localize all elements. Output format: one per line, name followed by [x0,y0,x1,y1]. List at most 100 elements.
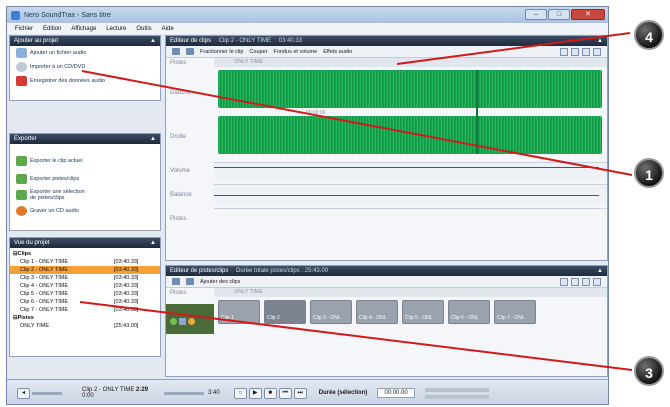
transport-bar: ◂ Clip 2 - ONLY TIME 2:29 0:00 3:40 ○ ▶ … [7,379,608,404]
waveform-right[interactable] [218,116,602,154]
tree-group-clips[interactable]: ⊟ Clips [10,250,160,258]
tree-row[interactable]: Clip 5 - ONLY TIME [03:40.33] [10,290,160,298]
import-cd-item[interactable]: Importer à un CD/DVD [10,60,160,74]
collapse-icon[interactable]: ▲ [150,36,156,46]
tree-row[interactable]: Clip 3 - ONLY TIME [03:40.33] [10,274,160,282]
menu-tools[interactable]: Outils [136,26,151,32]
clip-ruler: ONLY TIME [214,58,607,67]
close-button[interactable]: ✕ [571,9,605,20]
tree-row[interactable]: Clip 7 - ONLY TIME [03:40.33] [10,306,160,314]
clip-editor-subtitle: Clip 2 - ONLY TIME [218,38,272,44]
minimize-button[interactable]: – [525,9,547,20]
clip-name: Clip 4 - ONLY TIME [20,283,68,289]
tree-row[interactable]: Clip 4 - ONLY TIME [03:40.33] [10,282,160,290]
menu-file[interactable]: Fichier [15,26,33,32]
add-audio-file-item[interactable]: Ajouter un fichier audio [10,46,160,60]
export-icon [16,156,27,166]
tree-group-tracks[interactable]: ⊟ Pistes [10,314,160,322]
export-selection-item[interactable]: Exporter une sélection de pistes/clips [10,186,160,204]
waveform-left[interactable] [218,70,602,108]
track-clip-label: Clip 1 [221,315,234,321]
disc-icon [16,62,27,72]
clip-duration: [03:40.33] [114,299,139,305]
track-editor-subtitle: Durée totale pistes/clips : 25:43.00 [236,268,329,274]
track-header[interactable] [166,304,214,334]
export-tracks-item[interactable]: Exporter pistes/clips [10,172,160,186]
balance-lane[interactable] [214,184,607,204]
collapse-icon[interactable]: ▲ [597,36,603,46]
clip-editor: Editeur de clips Clip 2 - ONLY TIME 03:4… [165,35,608,261]
tracks-lane-label: Pistes [170,216,187,222]
solo-icon[interactable] [188,318,195,325]
transport-position: 0:00 [82,393,94,399]
tree-row[interactable]: Clip 1 - ONLY TIME [03:40.33] [10,258,160,266]
zoom-in-icon[interactable] [582,47,590,56]
volume-icon[interactable]: ◂ [17,387,30,399]
tracks-lane[interactable] [214,208,607,234]
clip-name: Clip 3 - ONLY TIME [20,275,68,281]
track-ruler: ONLY TIME [214,288,607,297]
zoom-out-icon[interactable] [593,277,601,286]
ruler-track-name: ONLY TIME [234,59,264,65]
tree-row[interactable]: ONLY TIME [25:43.00] [10,322,160,330]
export-panel: Exporter ▲ Exporter le clip actuel Export… [9,133,161,231]
audio-effects-button[interactable]: Effets audio [323,49,352,55]
zoom-in-icon[interactable] [582,277,590,286]
track-clip[interactable]: Clip 1 [218,300,260,324]
project-tree: ⊟ Clips Clip 1 - ONLY TIME [03:40.33] Cli… [10,248,160,330]
add-icon[interactable] [170,318,177,325]
play-icon[interactable]: ▶ [248,387,262,399]
track-clip[interactable]: Clip 5 - ONL [402,300,444,324]
volume-label: Volume [170,168,191,174]
right-channel-label: Droite [170,134,187,140]
burn-cd-item[interactable]: Graver un CD audio [10,204,160,218]
zoom-controls [560,277,607,286]
zoom-in-icon[interactable] [172,278,180,285]
volume-slider[interactable] [32,391,62,395]
zoom-select-icon[interactable] [571,47,579,56]
zoom-out-icon[interactable] [186,278,194,285]
app-icon [11,10,20,20]
tree-row[interactable]: Clip 6 - ONLY TIME [03:40.33] [10,298,160,306]
mute-icon[interactable] [179,318,186,325]
zoom-fit-icon[interactable] [560,47,568,56]
zoom-out-icon[interactable] [593,47,601,56]
loop-icon[interactable]: ○ [233,387,247,399]
clips-group-label: Clips [17,251,32,257]
transport-length: 3:40 [208,390,220,396]
cut-button[interactable]: Couper [249,49,267,55]
clip-editor-toolbar: Fractionner le clip Couper Fondus et vol… [166,46,607,58]
export-clip-item[interactable]: Exporter le clip actuel [10,154,160,168]
track-clip[interactable]: Clip 7 - ONL [494,300,536,324]
menu-edit[interactable]: Edition [43,26,61,32]
track-clip[interactable]: Clip 4 - ONL [356,300,398,324]
track-clip[interactable]: Clip 3 - ONL [310,300,352,324]
track-clip[interactable]: Clip 2 [264,300,306,324]
clip-info: Clip 2 - ONLY TIME 2:29 0:00 [82,387,164,399]
record-audio-item[interactable]: Enregistrer des données audio [10,74,160,88]
track-clip[interactable]: Clip 6 - ONL [448,300,490,324]
position-slider[interactable] [164,391,204,395]
stop-icon[interactable]: ■ [263,387,277,399]
previous-icon[interactable]: ⏮ [278,387,292,399]
volume-lane[interactable] [214,162,607,180]
menu-help[interactable]: Aide [162,26,174,32]
split-clip-button[interactable]: Fractionner le clip [200,49,243,55]
zoom-fit-icon[interactable] [560,277,568,286]
zoom-select-icon[interactable] [571,277,579,286]
next-icon[interactable]: ⏭ [293,387,307,399]
collapse-icon[interactable]: ▲ [150,134,156,144]
menu-play[interactable]: Lecture [106,26,126,32]
add-clips-button[interactable]: Ajouter des clips [200,279,240,285]
maximize-button[interactable]: □ [548,9,570,20]
collapse-icon[interactable]: ▲ [150,238,156,248]
tree-row-selected[interactable]: Clip 2 - ONLY TIME [03:40.33] [10,266,160,274]
clip-name: Clip 1 - ONLY TIME [20,259,68,265]
tracks-group-label: Pistes [17,315,34,321]
playhead[interactable] [476,70,478,154]
zoom-in-icon[interactable] [172,48,180,55]
fade-volume-button[interactable]: Fondus et volume [273,49,317,55]
collapse-icon[interactable]: ▲ [597,266,603,276]
menu-view[interactable]: Affichage [71,26,96,32]
zoom-out-icon[interactable] [186,48,194,55]
